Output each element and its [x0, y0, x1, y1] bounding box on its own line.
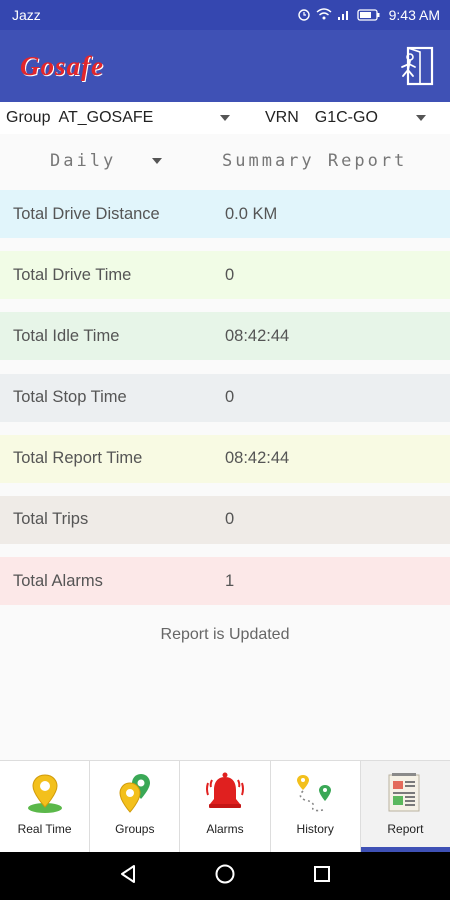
home-icon[interactable]	[214, 863, 236, 890]
summary-row-stop-time: Total Stop Time 0	[0, 373, 450, 422]
nav-label: History	[296, 822, 334, 836]
vrn-value: G1C-GO	[314, 109, 378, 126]
group-pins-icon	[112, 771, 158, 815]
map-pin-icon	[22, 771, 68, 815]
period-select[interactable]: Daily	[0, 151, 222, 171]
app-logo: Gosafe	[20, 50, 104, 81]
bottom-nav: Real Time Groups Alarms History Report	[0, 760, 450, 852]
chevron-down-icon	[152, 158, 163, 164]
summary-row-alarms: Total Alarms 1	[0, 557, 450, 606]
chevron-down-icon	[416, 115, 426, 121]
nav-label: Alarms	[206, 822, 244, 836]
carrier-name: Jazz	[12, 7, 41, 23]
summary-row-drive-distance: Total Drive Distance 0.0 KM	[0, 190, 450, 238]
report-header: Daily Summary Report	[0, 134, 450, 188]
status-right: 9:43 AM	[297, 7, 440, 24]
back-icon[interactable]	[117, 863, 139, 890]
row-value: 0.0 KM	[225, 204, 278, 223]
row-label: Total Alarms	[13, 571, 103, 590]
row-label: Total Idle Time	[13, 326, 120, 345]
vrn-select[interactable]: VRN G1C-GO	[240, 102, 450, 134]
exit-button[interactable]	[396, 44, 436, 88]
summary-row-idle-time: Total Idle Time 08:42:44	[0, 312, 450, 361]
nav-item-history[interactable]: History	[271, 761, 361, 852]
system-nav-bar	[0, 852, 450, 900]
period-value: Daily	[50, 151, 117, 171]
row-label: Total Drive Distance	[13, 204, 160, 223]
row-label: Total Trips	[13, 510, 89, 529]
signal-icon	[338, 10, 349, 20]
row-value: 0	[225, 388, 235, 407]
nav-item-report[interactable]: Report	[360, 761, 450, 852]
route-history-icon	[292, 771, 338, 815]
vrn-label: VRN	[265, 109, 299, 126]
row-label: Total Report Time	[13, 449, 143, 468]
group-select[interactable]: Group AT_GOSAFE	[0, 102, 240, 134]
alarm-bell-icon	[202, 771, 248, 815]
summary-row-trips: Total Trips 0	[0, 495, 450, 544]
nav-label: Groups	[115, 822, 155, 836]
exit-door-icon	[401, 46, 434, 86]
row-label: Total Drive Time	[13, 265, 132, 284]
chevron-down-icon	[220, 115, 230, 121]
status-icons	[297, 7, 381, 24]
status-bar: Jazz 9:43 AM	[0, 0, 450, 30]
nav-item-real-time[interactable]: Real Time	[0, 761, 91, 852]
row-value: 0	[225, 265, 235, 284]
wifi-icon	[316, 7, 332, 19]
battery-icon	[356, 8, 380, 21]
summary-list: Total Drive Distance 0.0 KM Total Drive …	[0, 190, 450, 618]
report-title: Summary Report	[222, 151, 408, 171]
group-value: AT_GOSAFE	[58, 109, 154, 126]
row-label: Total Stop Time	[13, 388, 127, 407]
row-value: 08:42:44	[225, 449, 290, 468]
filter-bar: Group AT_GOSAFE VRN G1C-GO	[0, 102, 450, 134]
nav-item-groups[interactable]: Groups	[90, 761, 181, 852]
nav-label: Report	[387, 822, 424, 836]
row-value: 1	[225, 571, 235, 590]
row-value: 08:42:44	[225, 326, 290, 345]
nav-label: Real Time	[17, 822, 72, 836]
nav-item-alarms[interactable]: Alarms	[180, 761, 271, 852]
summary-row-drive-time: Total Drive Time 0	[0, 251, 450, 300]
report-document-icon	[382, 771, 428, 815]
group-label: Group	[6, 109, 51, 126]
app-bar: Gosafe	[0, 30, 450, 102]
summary-row-report-time: Total Report Time 08:42:44	[0, 434, 450, 483]
clock: 9:43 AM	[388, 7, 440, 23]
alarm-icon	[297, 8, 310, 21]
row-value: 0	[225, 510, 235, 529]
recents-icon[interactable]	[311, 863, 333, 890]
status-message: Report is Updated	[160, 626, 290, 643]
